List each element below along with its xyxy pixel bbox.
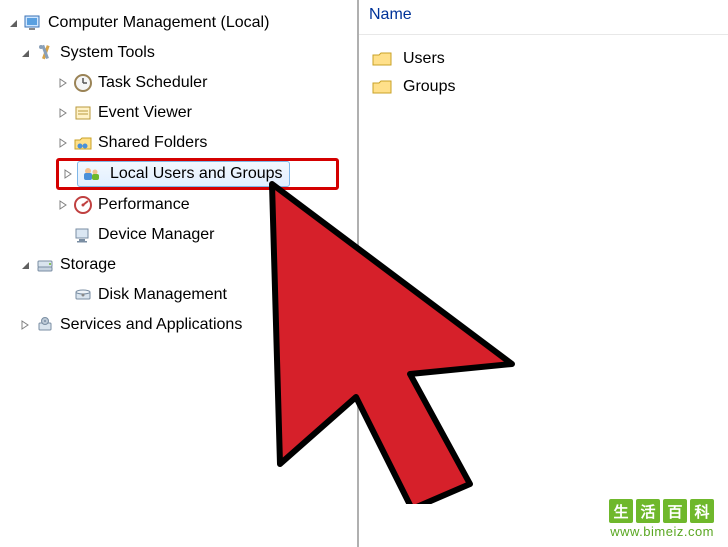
- tree-local-users-groups-highlight: Local Users and Groups: [56, 158, 339, 190]
- users-groups-icon: [80, 163, 102, 185]
- expander-none: [56, 288, 70, 302]
- folder-icon: [371, 48, 393, 70]
- watermark-logo: 生 活 百 科: [609, 499, 714, 523]
- list-item[interactable]: Groups: [367, 73, 720, 101]
- tools-icon: [34, 42, 56, 64]
- tree-system-tools[interactable]: System Tools: [0, 38, 357, 68]
- expander-expanded-icon[interactable]: [18, 258, 32, 272]
- list-column-header[interactable]: Name: [359, 0, 728, 35]
- services-icon: [34, 314, 56, 336]
- folder-icon: [371, 76, 393, 98]
- tree-label: Device Manager: [98, 226, 215, 244]
- expander-expanded-icon[interactable]: [18, 46, 32, 60]
- tree-local-users-groups[interactable]: Local Users and Groups: [77, 161, 290, 187]
- tree-performance[interactable]: Performance: [0, 190, 357, 220]
- list-body: Users Groups: [359, 35, 728, 111]
- storage-icon: [34, 254, 56, 276]
- expander-collapsed-icon[interactable]: [6, 16, 20, 30]
- watermark-char: 活: [636, 499, 660, 523]
- tree-device-manager[interactable]: Device Manager: [0, 220, 357, 250]
- tree-label: Task Scheduler: [98, 74, 207, 92]
- tree-task-scheduler[interactable]: Task Scheduler: [0, 68, 357, 98]
- expander-collapsed-icon[interactable]: [61, 167, 75, 181]
- tree-label: Disk Management: [98, 286, 227, 304]
- tree-label: Performance: [98, 196, 190, 214]
- watermark-char: 科: [690, 499, 714, 523]
- performance-icon: [72, 194, 94, 216]
- event-viewer-icon: [72, 102, 94, 124]
- tree-shared-folders[interactable]: Shared Folders: [0, 128, 357, 158]
- tree-label: Local Users and Groups: [110, 165, 283, 183]
- expander-collapsed-icon[interactable]: [56, 76, 70, 90]
- expander-none: [56, 228, 70, 242]
- list-item-label: Groups: [403, 78, 455, 96]
- expander-collapsed-icon[interactable]: [56, 198, 70, 212]
- watermark-url: www.bimeiz.com: [610, 524, 714, 539]
- device-manager-icon: [72, 224, 94, 246]
- tree-root[interactable]: Computer Management (Local): [0, 8, 357, 38]
- expander-collapsed-icon[interactable]: [56, 106, 70, 120]
- shared-folders-icon: [72, 132, 94, 154]
- tree-pane: Computer Management (Local) System Tools: [0, 0, 359, 547]
- expander-collapsed-icon[interactable]: [18, 318, 32, 332]
- expander-collapsed-icon[interactable]: [56, 136, 70, 150]
- clock-icon: [72, 72, 94, 94]
- tree-label: Computer Management (Local): [48, 14, 269, 32]
- list-item[interactable]: Users: [367, 45, 720, 73]
- tree-storage[interactable]: Storage: [0, 250, 357, 280]
- tree-services-apps[interactable]: Services and Applications: [0, 310, 357, 340]
- tree-label: Event Viewer: [98, 104, 192, 122]
- disk-management-icon: [72, 284, 94, 306]
- tree-label: Shared Folders: [98, 134, 207, 152]
- tree-label: Services and Applications: [60, 316, 242, 334]
- tree-disk-management[interactable]: Disk Management: [0, 280, 357, 310]
- list-item-label: Users: [403, 50, 445, 68]
- tree-label: Storage: [60, 256, 116, 274]
- watermark-char: 百: [663, 499, 687, 523]
- watermark-char: 生: [609, 499, 633, 523]
- list-pane: Name Users Groups: [359, 0, 728, 547]
- tree-label: System Tools: [60, 44, 155, 62]
- app-container: Computer Management (Local) System Tools: [0, 0, 728, 547]
- computer-management-icon: [22, 12, 44, 34]
- tree-event-viewer[interactable]: Event Viewer: [0, 98, 357, 128]
